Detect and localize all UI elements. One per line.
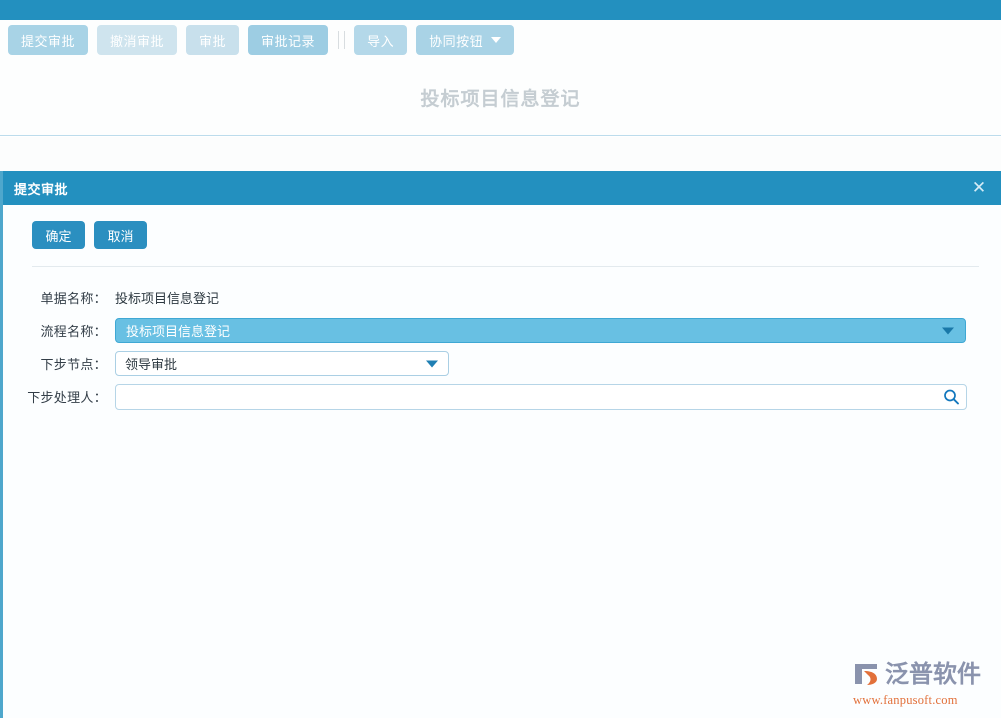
next-handler-field <box>115 383 967 410</box>
process-name-select[interactable]: 投标项目信息登记 <box>115 318 966 343</box>
chevron-down-icon <box>426 360 438 367</box>
close-icon[interactable]: ✕ <box>969 178 989 198</box>
next-node-label: 下步节点： <box>40 357 107 372</box>
cancel-button[interactable]: 取消 <box>94 221 147 249</box>
next-handler-label: 下步处理人： <box>27 390 107 405</box>
content-gap <box>0 137 1001 171</box>
toolbar-button-label: 提交审批 <box>21 33 76 49</box>
page-title: 投标项目信息登记 <box>420 89 581 110</box>
dialog-header: 提交审批 ✕ <box>3 171 1001 205</box>
watermark: 泛普软件 www.fanpusoft.com <box>851 660 987 708</box>
confirm-button-label: 确定 <box>45 228 72 244</box>
dialog-action-bar: 确定 取消 <box>3 221 1001 249</box>
cancel-button-label: 取消 <box>107 228 134 244</box>
form-row-next-handler: 下步处理人： <box>3 380 1001 413</box>
dialog-divider <box>32 266 979 267</box>
fanpu-logo-icon <box>855 664 877 685</box>
dialog-body: 确定 取消 单据名称： 投标项目信息登记 流程名称： 投标项目信息登记 下步节点… <box>3 205 1001 718</box>
toolbar-button-label: 审批 <box>199 33 227 49</box>
form-row-next-node: 下步节点： 领导审批 <box>3 347 1001 380</box>
document-name-value: 投标项目信息登记 <box>115 291 220 306</box>
process-name-selected-value: 投标项目信息登记 <box>126 324 231 339</box>
toolbar-button-submit-approval[interactable]: 提交审批 <box>8 25 89 55</box>
toolbar-button-approval[interactable]: 审批 <box>186 25 240 55</box>
document-name-label: 单据名称： <box>40 291 107 306</box>
toolbar-button-approval-record[interactable]: 审批记录 <box>248 25 329 55</box>
page-title-zone: 投标项目信息登记 <box>0 60 1001 136</box>
process-name-label: 流程名称： <box>40 324 107 339</box>
dialog-title: 提交审批 <box>14 181 69 197</box>
toolbar-divider <box>344 31 346 49</box>
next-node-select[interactable]: 领导审批 <box>115 351 449 376</box>
toolbar-button-label: 撤消审批 <box>110 33 165 49</box>
toolbar-divider <box>338 31 340 49</box>
next-handler-input[interactable] <box>115 383 967 410</box>
main-toolbar: 提交审批 撤消审批 审批 审批记录 导入 协同按钮 <box>0 20 1001 60</box>
toolbar-button-label: 协同按钮 <box>429 33 484 49</box>
confirm-button[interactable]: 确定 <box>32 221 85 249</box>
next-node-selected-value: 领导审批 <box>125 357 178 372</box>
toolbar-button-label: 导入 <box>367 33 395 49</box>
chevron-down-icon <box>491 37 502 43</box>
top-accent-bar <box>0 0 1001 20</box>
chevron-down-icon <box>942 327 954 334</box>
watermark-brand: 泛普软件 <box>885 660 981 688</box>
watermark-brand-row: 泛普软件 <box>851 660 987 688</box>
toolbar-button-collaboration[interactable]: 协同按钮 <box>416 25 515 55</box>
form-row-document-name: 单据名称： 投标项目信息登记 <box>3 281 1001 314</box>
watermark-url: www.fanpusoft.com <box>853 693 958 707</box>
toolbar-button-label: 审批记录 <box>261 33 316 49</box>
toolbar-button-import[interactable]: 导入 <box>354 25 408 55</box>
toolbar-button-revoke-approval[interactable]: 撤消审批 <box>97 25 178 55</box>
search-icon[interactable] <box>943 388 960 405</box>
submit-approval-dialog: 提交审批 ✕ 确定 取消 单据名称： 投标项目信息登记 流程名称： 投标项目信息… <box>0 171 1001 718</box>
form-row-process-name: 流程名称： 投标项目信息登记 <box>3 314 1001 347</box>
